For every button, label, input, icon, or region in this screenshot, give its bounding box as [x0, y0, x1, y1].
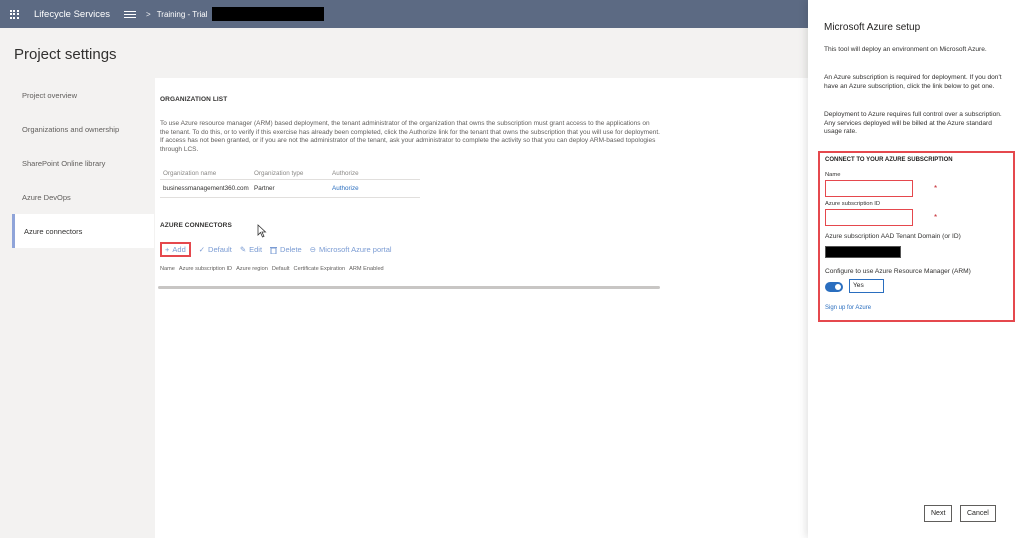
- table-header: Organization name Organization type Auth…: [160, 170, 420, 180]
- sidebar-item-azure-connectors[interactable]: Azure connectors: [12, 214, 154, 248]
- link-icon: ⊖: [309, 245, 317, 254]
- connect-subscription-section: CONNECT TO YOUR AZURE SUBSCRIPTION Name …: [818, 151, 1015, 322]
- column-header[interactable]: Organization type: [254, 170, 332, 179]
- azure-setup-panel: Microsoft Azure setup This tool will dep…: [808, 0, 1023, 538]
- required-indicator: *: [934, 184, 938, 193]
- column-header[interactable]: Default: [272, 266, 290, 272]
- app-launcher-icon[interactable]: [0, 0, 28, 28]
- tenant-domain-input[interactable]: [825, 246, 901, 258]
- organization-table: Organization name Organization type Auth…: [160, 170, 420, 198]
- sidebar-item-project-overview[interactable]: Project overview: [12, 78, 154, 112]
- add-label: Add: [172, 245, 186, 254]
- subscription-id-input[interactable]: [825, 209, 913, 226]
- arm-label: Configure to use Azure Resource Manager …: [825, 268, 971, 275]
- panel-title: Microsoft Azure setup: [824, 22, 921, 33]
- azure-portal-label: Microsoft Azure portal: [319, 245, 392, 254]
- settings-sidebar: Project overview Organizations and owner…: [12, 78, 154, 248]
- signup-azure-link[interactable]: Sign up for Azure: [825, 305, 871, 311]
- panel-intro-text: This tool will deploy an environment on …: [824, 46, 987, 53]
- org-type-cell: Partner: [254, 185, 275, 192]
- arm-toggle-value: Yes: [849, 279, 884, 293]
- azure-portal-button[interactable]: ⊖ Microsoft Azure portal: [310, 245, 392, 254]
- redacted-project-name: [211, 7, 324, 21]
- horizontal-scrollbar[interactable]: [158, 286, 660, 289]
- default-button[interactable]: ✓ Default: [199, 245, 232, 254]
- panel-subscription-text: An Azure subscription is required for de…: [824, 74, 1002, 90]
- checkmark-icon: ✓: [198, 245, 206, 254]
- default-label: Default: [208, 245, 232, 254]
- name-input[interactable]: [825, 180, 913, 197]
- menu-icon[interactable]: [124, 10, 137, 18]
- trash-icon: [270, 246, 278, 254]
- column-header[interactable]: Azure subscription ID: [179, 266, 232, 272]
- connect-subscription-heading: CONNECT TO YOUR AZURE SUBSCRIPTION: [825, 157, 953, 163]
- edit-button[interactable]: ✎ Edit: [240, 245, 262, 254]
- sidebar-item-sharepoint[interactable]: SharePoint Online library: [12, 146, 154, 180]
- add-button[interactable]: + Add: [160, 242, 191, 257]
- pencil-icon: ✎: [239, 245, 247, 254]
- mouse-cursor-icon: [257, 224, 267, 238]
- breadcrumb-project[interactable]: Training - Trial: [157, 10, 208, 19]
- organization-list-description: To use Azure resource manager (ARM) base…: [160, 120, 660, 153]
- page-title: Project settings: [14, 46, 117, 63]
- edit-label: Edit: [249, 245, 263, 254]
- cancel-button[interactable]: Cancel: [960, 505, 996, 522]
- panel-billing-text: Deployment to Azure requires full contro…: [824, 111, 1002, 136]
- arm-toggle[interactable]: [825, 282, 843, 292]
- subscription-id-label: Azure subscription ID: [825, 201, 881, 207]
- column-header[interactable]: Azure region: [236, 266, 268, 272]
- sidebar-item-organizations[interactable]: Organizations and ownership: [12, 112, 154, 146]
- tenant-domain-label: Azure subscription AAD Tenant Domain (or…: [825, 233, 961, 240]
- main-content: ORGANIZATION LIST To use Azure resource …: [155, 78, 808, 538]
- breadcrumb-separator: >: [146, 9, 151, 19]
- authorize-link[interactable]: Authorize: [332, 185, 412, 192]
- azure-connectors-heading: AZURE CONNECTORS: [160, 222, 232, 229]
- table-row[interactable]: businessmanagement360.com Partner Author…: [160, 180, 420, 198]
- column-header[interactable]: Name: [160, 266, 175, 272]
- column-header[interactable]: Certificate Expiration: [294, 266, 346, 272]
- delete-button[interactable]: Delete: [270, 245, 302, 254]
- organization-list-heading: ORGANIZATION LIST: [160, 96, 228, 103]
- column-header[interactable]: Organization name: [160, 170, 254, 179]
- column-header[interactable]: ARM Enabled: [349, 266, 384, 272]
- plus-icon: +: [165, 245, 170, 254]
- column-header[interactable]: Authorize: [332, 170, 412, 179]
- delete-label: Delete: [280, 245, 302, 254]
- next-button[interactable]: Next: [924, 505, 953, 522]
- required-indicator: *: [934, 213, 938, 222]
- connectors-table-header: Name Azure subscription ID Azure region …: [160, 266, 384, 272]
- connectors-toolbar: + Add ✓ Default ✎ Edit Delete ⊖ Microsof…: [160, 242, 392, 257]
- sidebar-item-azure-devops[interactable]: Azure DevOps: [12, 180, 154, 214]
- name-label: Name: [825, 172, 841, 178]
- app-title[interactable]: Lifecycle Services: [34, 9, 110, 20]
- org-name-cell: businessmanagement360.com: [163, 185, 249, 192]
